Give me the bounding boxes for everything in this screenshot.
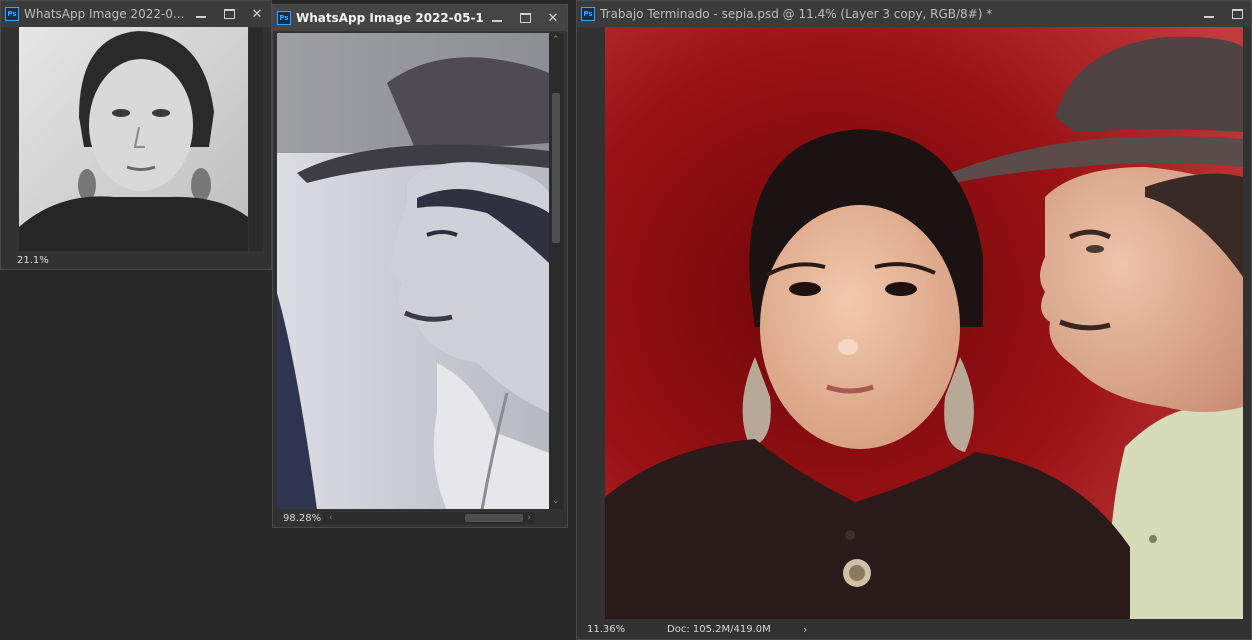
window-2-horizontal-thumb[interactable]: [465, 514, 523, 522]
window-3-statusbar: 11.36% Doc: 105.2M/419.0M ›: [577, 619, 1251, 639]
maximize-icon[interactable]: [1223, 1, 1251, 27]
window-2-title: WhatsApp Image 2022-05-1...: [296, 11, 483, 25]
scroll-right-icon[interactable]: ›: [527, 513, 531, 523]
minimize-icon[interactable]: [483, 5, 511, 31]
scroll-up-icon[interactable]: ⌃: [552, 35, 560, 45]
document-window-2[interactable]: Ps WhatsApp Image 2022-05-1... ✕ ⌃ ⌄ 98.…: [272, 4, 568, 528]
scroll-down-icon[interactable]: ⌄: [552, 496, 560, 506]
document-size-info[interactable]: Doc: 105.2M/419.0M: [667, 624, 803, 635]
window-3-title: Trabajo Terminado - sepia.psd @ 11.4% (L…: [600, 7, 993, 21]
document-window-3[interactable]: Ps Trabajo Terminado - sepia.psd @ 11.4%…: [576, 0, 1252, 640]
scroll-left-icon[interactable]: ‹: [329, 513, 333, 523]
man-hat-bw-photo: [277, 33, 549, 510]
minimize-icon[interactable]: [1195, 1, 1223, 27]
window-3-titlebar[interactable]: Ps Trabajo Terminado - sepia.psd @ 11.4%…: [577, 1, 1251, 27]
zoom-level[interactable]: 11.36%: [587, 624, 667, 635]
window-1-canvas[interactable]: [19, 27, 248, 253]
window-3-canvas[interactable]: [605, 27, 1243, 623]
window-2-vertical-thumb[interactable]: [552, 93, 560, 243]
status-menu-arrow-icon[interactable]: ›: [803, 623, 807, 636]
photoshop-icon: Ps: [581, 7, 595, 21]
window-2-statusbar: 98.28% ‹ ›: [273, 509, 567, 527]
window-2-titlebar[interactable]: Ps WhatsApp Image 2022-05-1... ✕: [273, 5, 567, 31]
window-1-scrollbar[interactable]: [249, 27, 263, 253]
window-2-vertical-scrollbar[interactable]: ⌃ ⌄: [549, 33, 563, 510]
zoom-level[interactable]: 98.28%: [283, 513, 323, 524]
colorized-couple-photo: [605, 27, 1243, 623]
window-1-statusbar: 21.1%: [1, 251, 271, 269]
minimize-icon[interactable]: [187, 1, 215, 27]
maximize-icon[interactable]: [511, 5, 539, 31]
zoom-level[interactable]: 21.1%: [17, 255, 49, 266]
photoshop-icon: Ps: [5, 7, 19, 21]
window-2-canvas[interactable]: [277, 33, 549, 510]
woman-bw-photo: [19, 27, 248, 253]
close-icon[interactable]: ✕: [243, 1, 271, 27]
maximize-icon[interactable]: [215, 1, 243, 27]
window-1-title: WhatsApp Image 2022-0...: [24, 7, 185, 21]
photoshop-icon: Ps: [277, 11, 291, 25]
document-window-1[interactable]: Ps WhatsApp Image 2022-0... ✕ 21.1%: [0, 0, 272, 270]
window-1-titlebar[interactable]: Ps WhatsApp Image 2022-0... ✕: [1, 1, 271, 27]
window-2-horizontal-scrollbar[interactable]: ‹ ›: [323, 512, 535, 524]
close-icon[interactable]: ✕: [539, 5, 567, 31]
